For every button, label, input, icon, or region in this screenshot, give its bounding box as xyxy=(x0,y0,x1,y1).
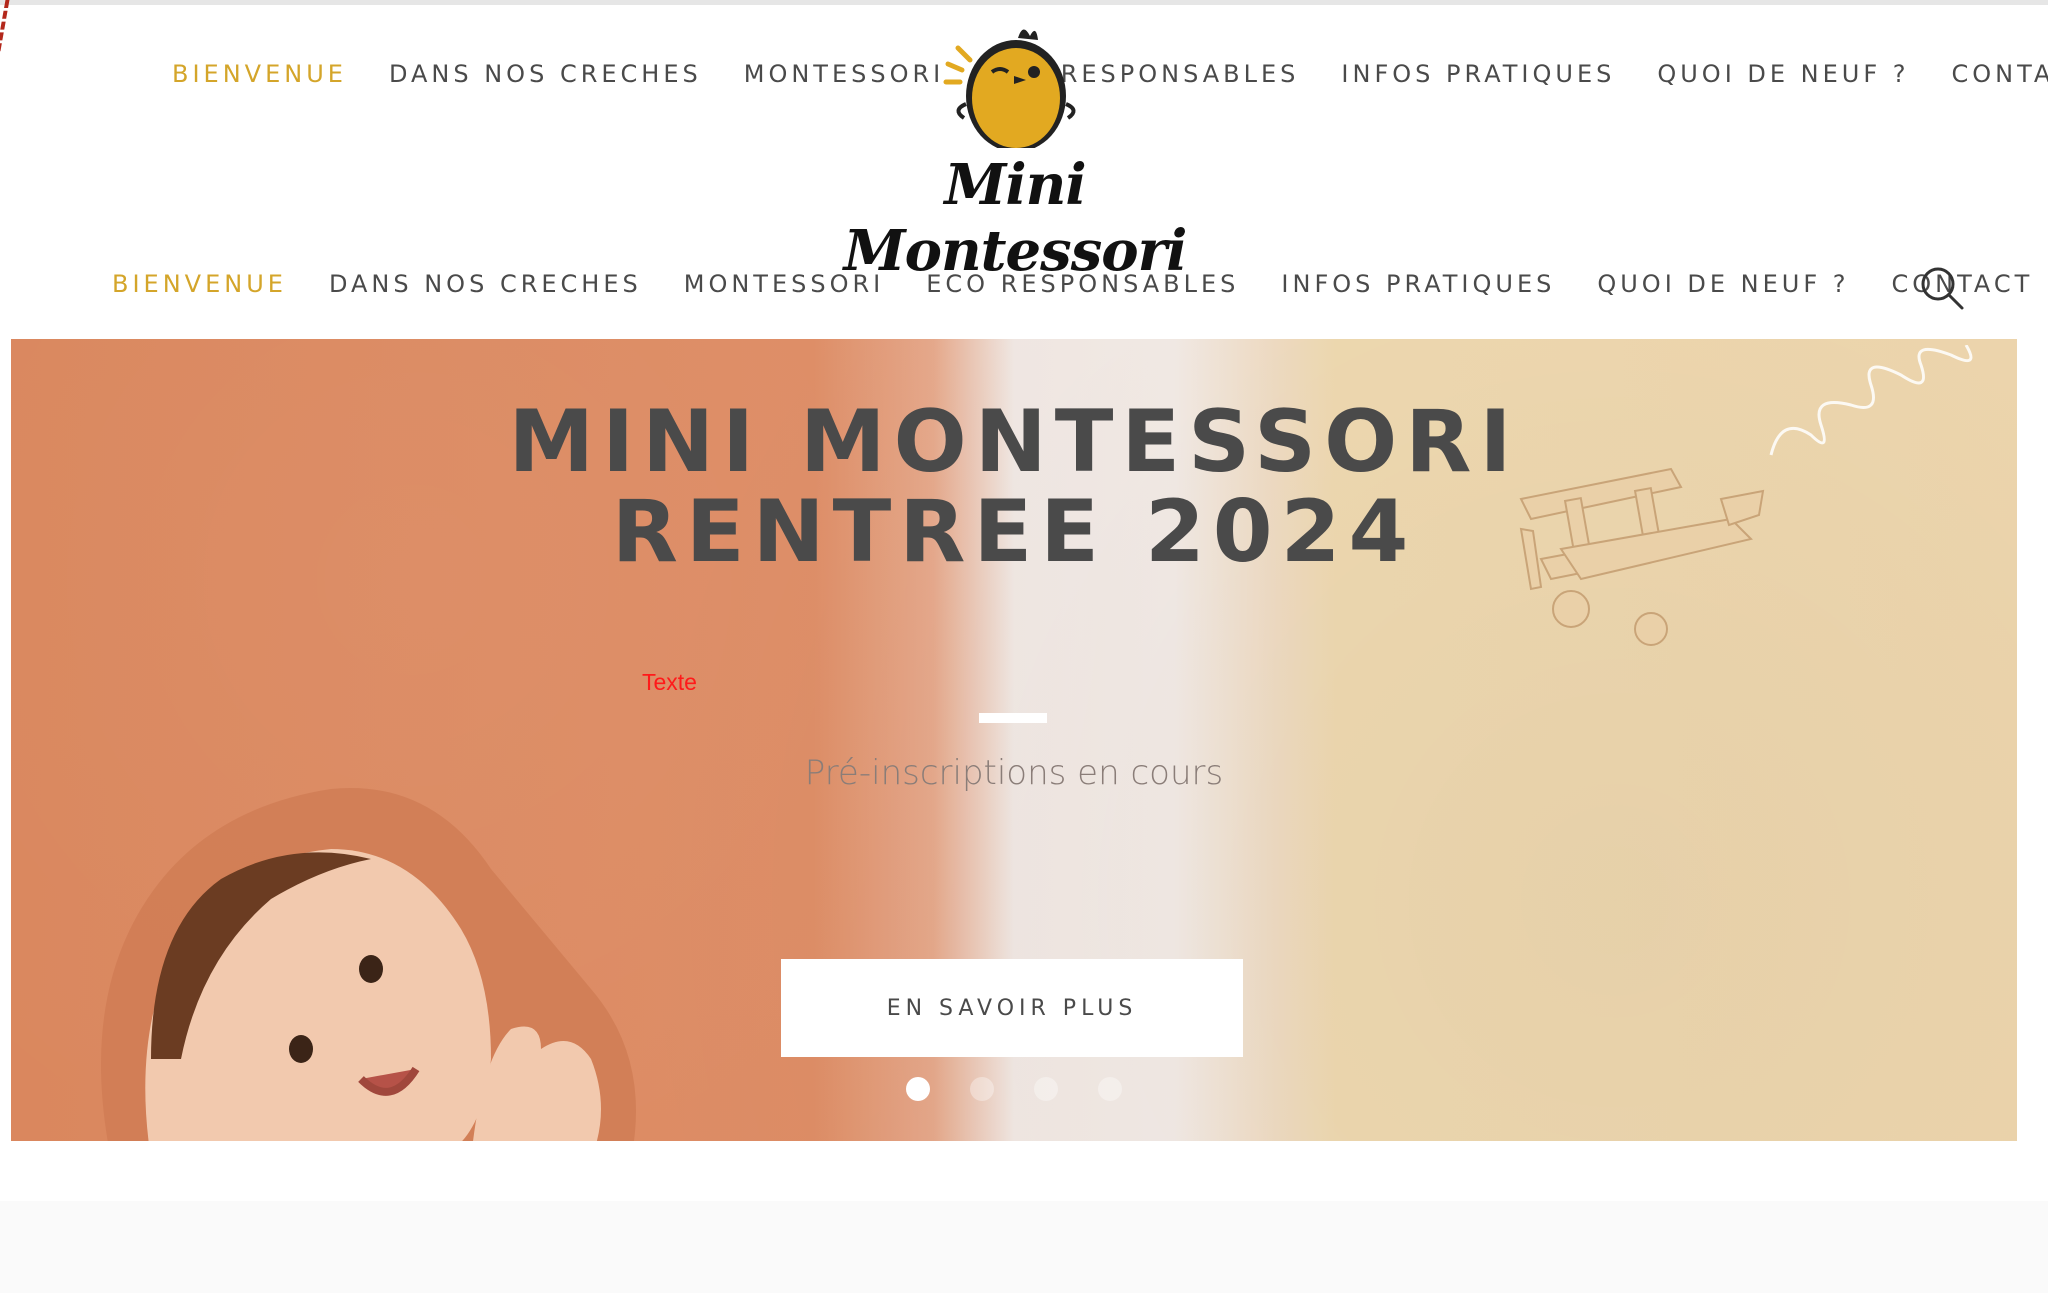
slide-dot-3[interactable] xyxy=(1034,1077,1058,1101)
next-section xyxy=(0,1201,2048,1293)
top-nav-contact[interactable]: CONTACT xyxy=(1952,60,2048,88)
baby-photo xyxy=(101,788,636,1141)
top-nav-quoi-de-neuf[interactable]: QUOI DE NEUF ? xyxy=(1657,60,1909,88)
search-icon xyxy=(1921,267,1964,310)
hero-slider: MINI MONTESSORI RENTREE 2024 Texte Pré-i… xyxy=(11,339,2017,1141)
hero-divider xyxy=(979,713,1047,723)
main-navigation: BIENVENUE DANS NOS CRECHES MONTESSORI EC… xyxy=(112,270,2033,298)
nav-montessori[interactable]: MONTESSORI xyxy=(684,270,885,298)
chick-icon xyxy=(943,29,1076,158)
slide-dot-4[interactable] xyxy=(1098,1077,1122,1101)
nav-bienvenue[interactable]: BIENVENUE xyxy=(112,270,287,298)
nav-quoi-de-neuf[interactable]: QUOI DE NEUF ? xyxy=(1597,270,1849,298)
site-logo[interactable]: Mini Montessori xyxy=(840,18,1190,284)
top-nav-infos-pratiques[interactable]: INFOS PRATIQUES xyxy=(1341,60,1615,88)
nav-dans-nos-creches[interactable]: DANS NOS CRECHES xyxy=(329,270,642,298)
top-nav-bienvenue[interactable]: BIENVENUE xyxy=(172,60,347,88)
top-border xyxy=(0,0,2048,5)
nav-eco-responsables[interactable]: ECO RESPONSABLES xyxy=(926,270,1239,298)
placeholder-text-label: Texte xyxy=(642,669,697,695)
nav-infos-pratiques[interactable]: INFOS PRATIQUES xyxy=(1281,270,1555,298)
slide-dot-1[interactable] xyxy=(906,1077,930,1101)
edit-outline-marker xyxy=(0,0,16,62)
logo-text: Mini Montessori xyxy=(843,152,1188,284)
slider-pagination xyxy=(906,1077,1122,1101)
hero-title-line-2: RENTREE 2024 xyxy=(611,482,1417,582)
search-button[interactable] xyxy=(1918,264,1966,312)
learn-more-button[interactable]: EN SAVOIR PLUS xyxy=(781,959,1243,1057)
hero-title-line-1: MINI MONTESSORI xyxy=(508,392,1520,492)
hero-title: MINI MONTESSORI RENTREE 2024 xyxy=(11,397,2017,577)
slide-dot-2[interactable] xyxy=(970,1077,994,1101)
top-nav-dans-nos-creches[interactable]: DANS NOS CRECHES xyxy=(389,60,702,88)
